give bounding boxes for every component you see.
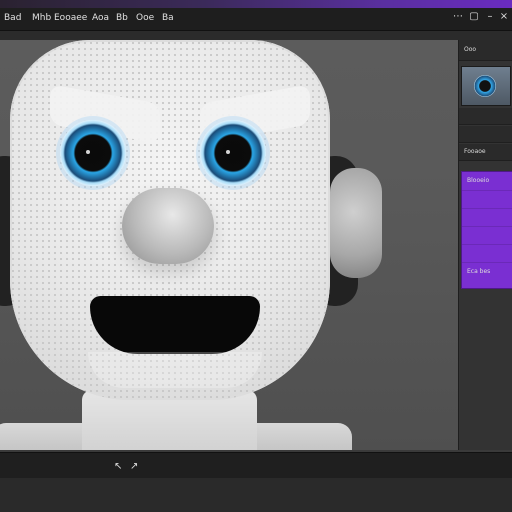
purple-row[interactable] (462, 244, 512, 263)
cursor-icon: ↗ (130, 461, 139, 472)
panel-row-label: Fooaoe (464, 148, 486, 155)
robot-mouth (90, 296, 260, 354)
purple-selection-panel[interactable]: Blooeio Eca bes (461, 171, 512, 289)
dots-icon[interactable]: ⋯ (452, 11, 464, 23)
status-bar (0, 478, 512, 512)
purple-row[interactable] (462, 190, 512, 209)
robot-nose (122, 188, 214, 264)
robot-chin (88, 352, 262, 388)
eye-highlight-left (86, 150, 90, 154)
purple-footer-label: Eca bes (467, 268, 491, 275)
close-icon[interactable]: × (498, 11, 510, 23)
menu-item-6[interactable]: Ooe (136, 11, 154, 25)
canvas[interactable] (0, 40, 458, 450)
menu-item-2[interactable]: Mhb (32, 11, 51, 25)
menu-item-3[interactable]: Eooaee (54, 11, 87, 25)
window-icon[interactable]: ▢ (468, 11, 480, 23)
purple-row-label: Blooeio (467, 177, 490, 184)
menu-item-7[interactable]: Ba (162, 11, 174, 25)
purple-row[interactable]: Eca bes (462, 262, 512, 280)
panel-header-label: Ooo (464, 46, 477, 53)
panel-row[interactable]: Fooaoe (459, 144, 512, 161)
robot-eye-left (60, 120, 126, 186)
menu-bar: Bad Mhb Eooaee Aoa Bb Ooe Ba ⋯ ▢ – × (0, 8, 512, 31)
robot-eye-right (200, 120, 266, 186)
image-thumbnail[interactable] (461, 66, 511, 106)
panel-row[interactable] (459, 108, 512, 125)
purple-row[interactable] (462, 226, 512, 245)
robot-ear-cap (330, 168, 382, 278)
title-bar (0, 0, 512, 8)
panel-header: Ooo (459, 40, 512, 61)
timeline-bar: ↖ ↗ (0, 452, 512, 479)
menu-item-1[interactable]: Bad (4, 11, 21, 25)
panel-row[interactable] (459, 126, 512, 143)
purple-row[interactable] (462, 208, 512, 227)
menu-item-4[interactable]: Aoa (92, 11, 109, 25)
eye-highlight-right (226, 150, 230, 154)
cursor-icon: ↖ (114, 461, 123, 472)
thumbnail-eye-icon (474, 75, 496, 97)
menu-item-5[interactable]: Bb (116, 11, 128, 25)
right-panel: Ooo Fooaoe Blooeio Eca bes (458, 40, 512, 450)
robot-head (10, 40, 330, 400)
purple-row[interactable]: Blooeio (462, 172, 512, 191)
minimize-icon[interactable]: – (484, 11, 496, 23)
